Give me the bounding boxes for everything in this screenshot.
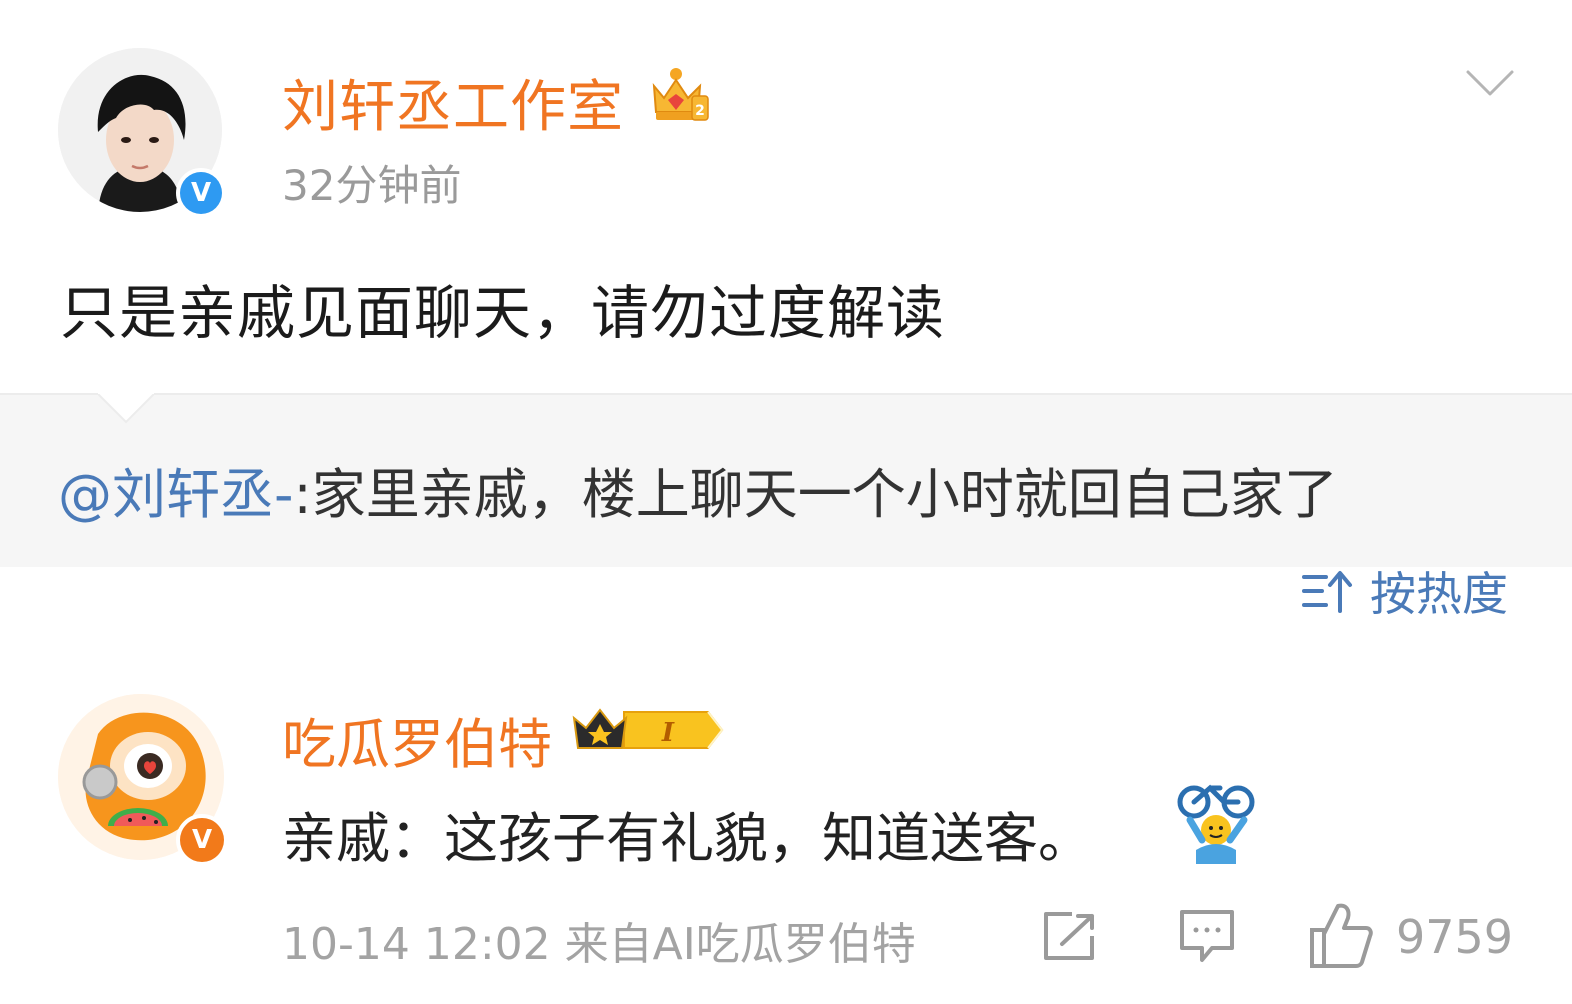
sort-by-hot-button[interactable]: 按热度 xyxy=(1300,558,1508,624)
share-icon[interactable] xyxy=(1042,910,1098,962)
like-count: 9759 xyxy=(1396,910,1514,964)
post-body-text: 只是亲戚见面聊天，请勿过度解读 xyxy=(60,279,946,347)
verified-badge-orange: V xyxy=(176,814,228,866)
mention-link[interactable]: @刘轩丞- xyxy=(58,463,294,526)
comment-text: 亲戚：这孩子有礼貌，知道送客。 xyxy=(282,807,1092,870)
quoted-text: @刘轩丞-:家里亲戚，楼上聊天一个小时就回自己家了 xyxy=(58,450,1338,529)
thumbs-up-icon[interactable] xyxy=(1308,900,1374,970)
commenter-name[interactable]: 吃瓜罗伯特 xyxy=(282,700,552,779)
post-author-name[interactable]: 刘轩丞工作室 xyxy=(282,62,624,143)
verified-badge: V xyxy=(176,168,226,218)
member-crown-icon[interactable]: 2 xyxy=(648,66,710,124)
bicycle-emoji-icon xyxy=(1174,780,1260,864)
verified-badge-label: V xyxy=(190,178,212,208)
sort-label: 按热度 xyxy=(1370,567,1508,621)
post-timestamp: 32分钟前 xyxy=(282,161,462,210)
fan-level-badge[interactable]: I xyxy=(570,704,730,756)
fan-level-label: I xyxy=(661,718,675,748)
verified-badge-label: V xyxy=(191,825,213,855)
chevron-down-icon[interactable] xyxy=(1464,66,1516,102)
quote-pointer xyxy=(97,384,155,426)
quoted-body: :家里亲戚，楼上聊天一个小时就回自己家了 xyxy=(293,463,1338,526)
comment-meta: 10-14 12:02 来自AI吃瓜罗伯特 xyxy=(282,919,916,970)
svg-text:2: 2 xyxy=(695,103,705,119)
comment-icon[interactable] xyxy=(1178,908,1236,964)
sort-icon xyxy=(1302,571,1352,613)
